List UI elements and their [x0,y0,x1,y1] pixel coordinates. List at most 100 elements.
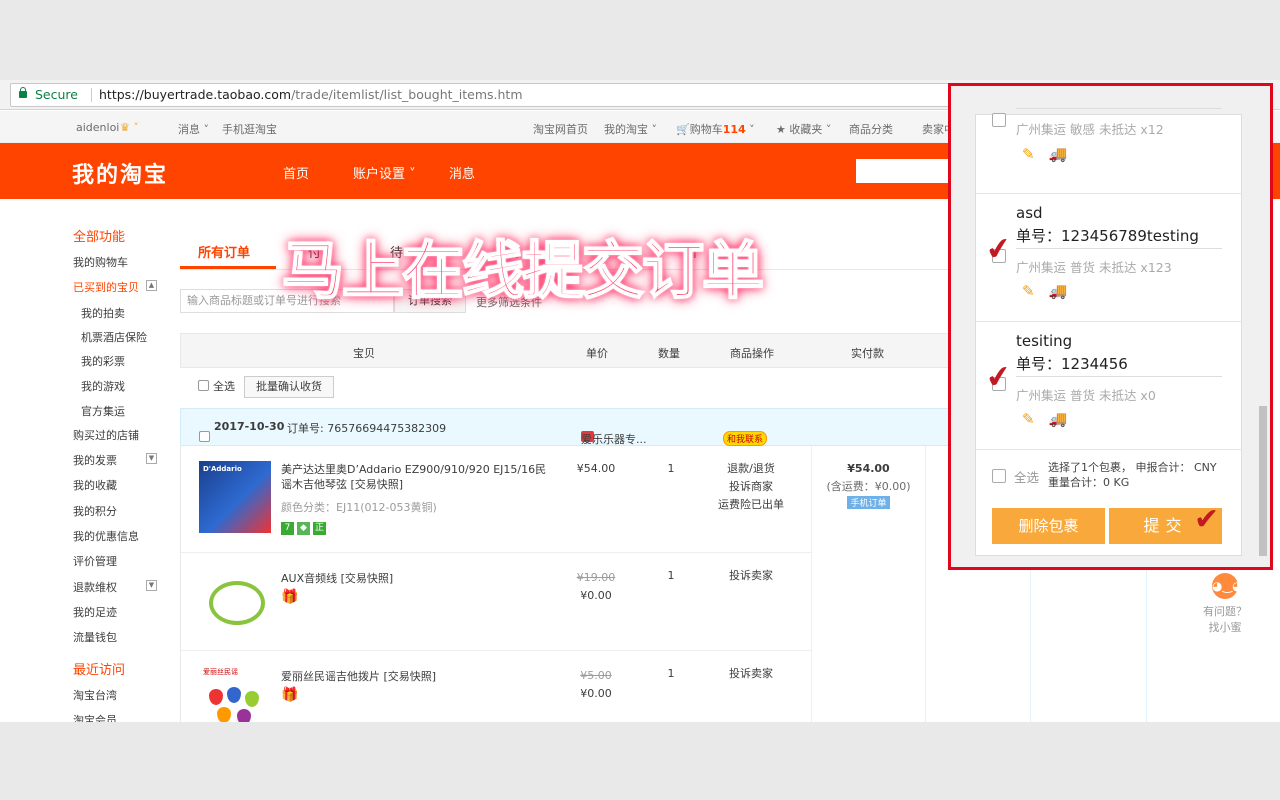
categories-link[interactable]: 商品分类 [849,121,893,137]
promo-overlay-text: 马上在线提交订单 [281,233,765,308]
secure-label: Secure [35,87,78,102]
sidebar-all-features[interactable]: 全部功能 [73,226,125,245]
sidebar-item-consolidation[interactable]: 官方集运 [81,403,125,419]
product-title[interactable]: 爱丽丝民谣吉他拨片 [交易快照] [281,669,551,684]
tab-all-orders[interactable]: 所有订单 [198,242,250,261]
sidebar-recent-taiwan[interactable]: 淘宝台湾 [73,687,117,703]
select-all-packages-label: 全选 [1014,470,1040,485]
nav-home[interactable]: 首页 [283,163,309,182]
sidebar-item-games[interactable]: 我的游戏 [81,378,125,394]
messages-link[interactable]: 消息 ˅ [178,121,209,137]
sidebar-item-travel[interactable]: 机票酒店保险 [81,329,147,345]
nav-messages[interactable]: 消息 [449,163,475,182]
order-checkbox[interactable] [199,431,210,442]
url-text: https://buyertrade.taobao.com/trade/item… [99,87,523,102]
header-search-input[interactable] [856,159,948,183]
select-all-packages-checkbox[interactable] [992,469,1006,483]
package-checkbox[interactable] [992,113,1006,127]
username-link[interactable]: aidenloi [76,121,119,134]
truck-icon[interactable]: 🚚 [1049,145,1068,163]
quantity: 1 [667,667,675,680]
quantity: 1 [667,569,675,582]
nav-account-settings[interactable]: 账户设置 ˅ [353,163,416,182]
item-operations: 投诉卖家 [706,665,796,683]
quantity: 1 [667,462,675,475]
complain-link[interactable]: 投诉卖家 [706,567,796,585]
my-taobao-link[interactable]: 我的淘宝 ˅ [604,121,657,137]
unit-price: ¥54.00 [576,462,616,475]
sidebar-item-footprints[interactable]: 我的足迹 [73,604,117,620]
sidebar-item-points[interactable]: 我的积分 [73,503,117,519]
sidebar-item-favorites[interactable]: 我的收藏 [73,477,117,493]
edit-icon[interactable]: ✎ [1022,410,1035,428]
edit-icon[interactable]: ✎ [1022,145,1035,163]
mobile-order-tag: 手机订单 [847,496,890,509]
product-sku: 颜色分类：EJ11(012-053黄铜) [281,501,437,514]
collapse-toggle-icon[interactable]: ▲ [146,280,157,291]
sidebar-item-refunds[interactable]: 退款维权 [73,579,117,595]
product-image[interactable]: 爱丽丝民谣 [199,665,271,722]
popup-scrollbar[interactable] [1257,114,1268,556]
unit-price: ¥5.00 ¥0.00 [580,669,612,700]
col-item: 宝贝 [353,347,375,360]
sidebar-item-coupons[interactable]: 我的优惠信息 [73,528,139,544]
package-item: tesiting 单号：1234456 ✔ 广州集运 普货 未抵达 x0 ✎ 🚚 [976,322,1241,450]
order-total: ¥54.00 [847,462,890,475]
lock-icon [19,87,27,98]
sidebar-item-reviews[interactable]: 评价管理 [73,553,117,569]
sidebar-recent-member[interactable]: 淘宝会员 [73,712,117,722]
table-row: D'Addario 美产达达里奥D’Addario EZ900/910/920 … [181,446,811,553]
assistant-face-icon: ◕‿◕ [1212,573,1243,599]
complain-link[interactable]: 投诉卖家 [706,665,796,683]
scrollbar-thumb[interactable] [1259,406,1267,556]
truck-icon[interactable]: 🚚 [1049,282,1068,300]
browser-window: Secure https://buyertrade.taobao.com/tra… [0,80,1280,722]
order-body: D'Addario 美产达达里奥D’Addario EZ900/910/920 … [180,446,950,722]
sidebar-item-auction[interactable]: 我的拍卖 [81,305,125,321]
package-actions: ✎ 🚚 [1022,410,1068,428]
help-assistant[interactable]: ◕‿◕ 有问题？ 找小蜜 [1200,569,1250,649]
seven-day-icon: 7 [281,522,294,535]
order-table-header: 宝贝 单价 数量 商品操作 实付款 [180,333,950,368]
product-title[interactable]: AUX音频线 [交易快照] [281,571,551,586]
favorites-link[interactable]: ★ 收藏夹 ˅ [776,121,831,137]
item-operations: 投诉卖家 [706,567,796,585]
expand-toggle-icon[interactable]: ▼ [146,453,157,464]
order-total-cell: ¥54.00 (含运费：¥0.00) 手机订单 [811,446,926,722]
col-qty: 数量 [658,347,680,360]
sidebar-item-cart[interactable]: 我的购物车 [73,254,128,270]
delete-package-button[interactable]: 删除包裹 [992,508,1105,544]
truck-icon[interactable]: 🚚 [1049,410,1068,428]
package-footer: 全选 选择了1个包裹， 申报合计： CNY 重量合计：0 KG 删除包裹 提交 ✔ [976,450,1241,556]
package-info: 广州集运 普货 未抵达 x0 [1016,388,1156,403]
sidebar-item-shops[interactable]: 购买过的店铺 [73,427,139,443]
sidebar-item-lottery[interactable]: 我的彩票 [81,353,125,369]
sidebar-item-bought[interactable]: 已买到的宝贝 [73,279,139,295]
home-link[interactable]: 淘宝网首页 [533,121,588,137]
sidebar-recent-heading: 最近访问 [73,663,126,678]
sidebar-item-invoice[interactable]: 我的发票 [73,452,117,468]
my-taobao-logo[interactable]: 我的淘宝 [72,157,168,189]
item-operations: 退款/退货 投诉商家 运费险已出单 [706,460,796,514]
product-image[interactable] [199,567,271,639]
insurance-text: 运费险已出单 [718,498,784,511]
edit-icon[interactable]: ✎ [1022,282,1035,300]
batch-confirm-button[interactable]: 批量确认收货 [244,376,334,398]
complain-link[interactable]: 投诉商家 [706,478,796,496]
expand-toggle-icon[interactable]: ▼ [146,580,157,591]
package-info: 广州集运 敏感 未抵达 x12 [1016,122,1164,137]
sidebar-item-data-wallet[interactable]: 流量钱包 [73,629,117,645]
mobile-link[interactable]: 手机逛淘宝 [222,121,277,137]
package-name: tesiting [1016,332,1073,350]
package-item: 广州集运 敏感 未抵达 x12 ✎ 🚚 [976,105,1241,194]
cart-link[interactable]: 🛒购物车114 ˅ [676,121,755,137]
active-tab-underline [180,266,276,269]
package-name: asd [1016,204,1043,222]
refund-link[interactable]: 退款/退货 [706,460,796,478]
col-ops: 商品操作 [730,347,774,360]
package-panel: 广州集运 敏感 未抵达 x12 ✎ 🚚 asd 单号：123456789test… [975,108,1242,556]
product-title[interactable]: 美产达达里奥D’Addario EZ900/910/920 EJ15/16民谣木… [281,462,551,492]
package-actions: ✎ 🚚 [1022,282,1068,300]
select-all-checkbox[interactable] [198,380,209,391]
product-image[interactable]: D'Addario [199,461,271,533]
